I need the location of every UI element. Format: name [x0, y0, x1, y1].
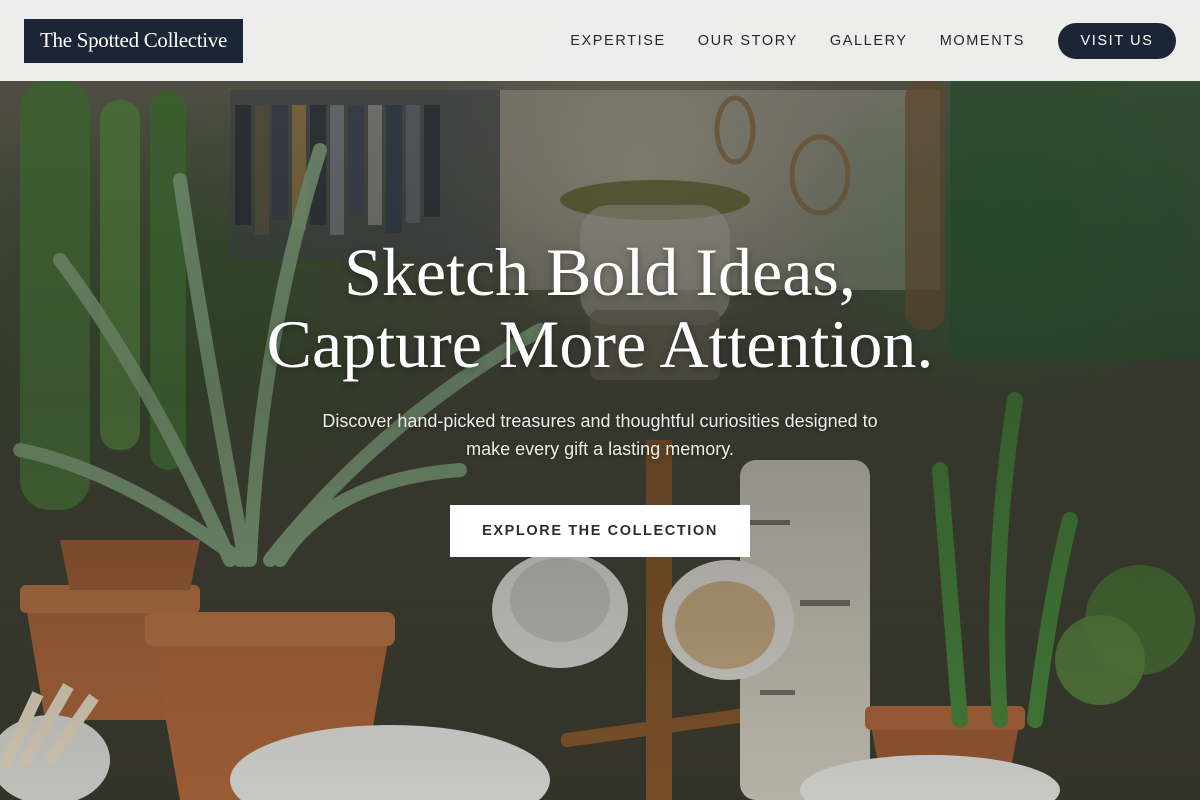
hero-subtext-line-2: make every gift a lasting memory.: [466, 439, 734, 459]
hero-headline-line-1: Sketch Bold Ideas,: [344, 234, 856, 310]
explore-collection-button[interactable]: EXPLORE THE COLLECTION: [450, 505, 750, 557]
hero-headline-line-2: Capture More Attention.: [266, 306, 934, 382]
nav-link-expertise[interactable]: EXPERTISE: [570, 33, 666, 49]
hero-subtext-line-1: Discover hand-picked treasures and thoug…: [322, 411, 878, 431]
hero-subtext: Discover hand-picked treasures and thoug…: [260, 407, 940, 463]
main-nav: EXPERTISE OUR STORY GALLERY MOMENTS VISI…: [570, 22, 1176, 59]
nav-link-gallery[interactable]: GALLERY: [830, 33, 908, 49]
hero-content: Sketch Bold Ideas, Capture More Attentio…: [0, 236, 1200, 557]
nav-link-our-story[interactable]: OUR STORY: [698, 33, 798, 49]
visit-us-button[interactable]: VISIT US: [1058, 22, 1176, 59]
hero-headline: Sketch Bold Ideas, Capture More Attentio…: [0, 236, 1200, 380]
brand-logo[interactable]: The Spotted Collective: [24, 18, 244, 63]
site-header: The Spotted Collective EXPERTISE OUR STO…: [0, 0, 1200, 81]
nav-link-moments[interactable]: MOMENTS: [940, 33, 1025, 49]
